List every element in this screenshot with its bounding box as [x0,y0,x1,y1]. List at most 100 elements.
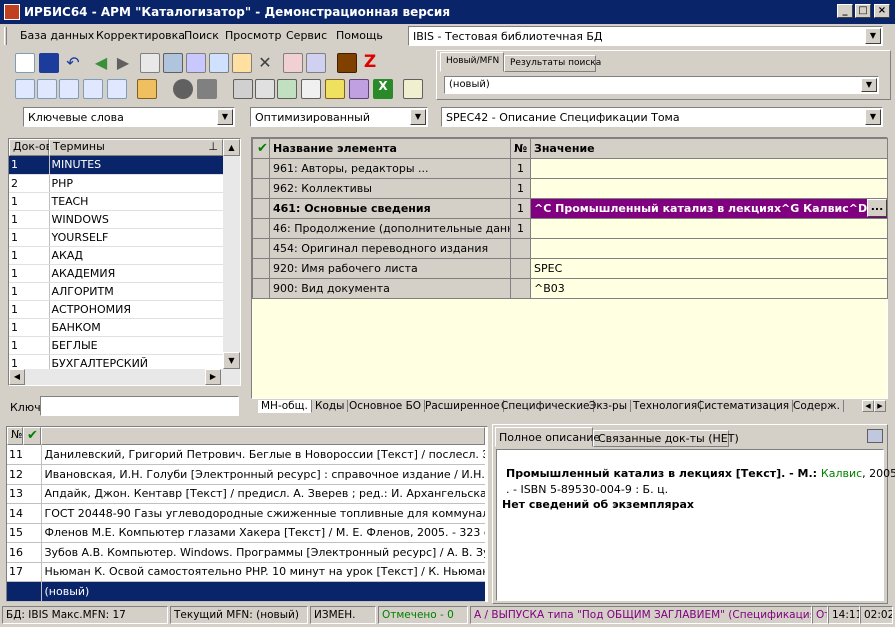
editor-tab[interactable]: Экз-ры [586,400,632,412]
form2-icon[interactable] [37,79,57,99]
worksheet-select[interactable]: SPEC42 - Описание Спецификации Тома ▼ [441,107,883,127]
terms-row[interactable]: 1 MINUTES [9,156,223,175]
print-list-icon[interactable] [255,79,275,99]
field-row[interactable]: 900: Вид документа ^B03 [252,278,888,299]
chevron-down-icon[interactable]: ▼ [410,109,426,125]
row-indicator[interactable] [252,178,270,199]
search-type-select[interactable]: Ключевые слова ▼ [23,107,235,127]
ellipsis-button[interactable]: ... [867,199,887,217]
scroll-left-icon[interactable]: ◀ [9,369,25,385]
database-select[interactable]: IBIS - Тестовая библиотечная БД ▼ [408,26,883,46]
close-button[interactable]: × [874,4,890,18]
row-indicator[interactable] [252,198,270,219]
tab-scroll-right-icon[interactable]: ▶ [874,400,886,412]
chevron-down-icon[interactable]: ▼ [217,109,233,125]
field-row[interactable]: 46: Продолжение (дополнительные данные) 1 [252,218,888,239]
delete-icon[interactable]: ✕ [255,53,275,73]
record-row[interactable]: (новый) [7,581,485,602]
menu-edit[interactable]: Корректировка [96,29,185,42]
mfn-select[interactable]: (новый) ▼ [444,76,879,94]
field-value[interactable] [530,158,888,179]
edit-icon[interactable] [232,53,252,73]
editor-tab[interactable]: Содерж. [790,400,844,412]
record-row[interactable]: 11 Данилевский, Григорий Петрович. Беглые… [7,445,485,465]
print-record-icon[interactable] [186,53,206,73]
scroll-down-icon[interactable]: ▼ [223,352,240,369]
chevron-down-icon[interactable]: ▼ [865,109,881,125]
terms-row[interactable]: 1 YOURSELF [9,228,223,247]
record-check[interactable] [27,562,42,582]
chevron-down-icon[interactable]: ▼ [865,28,881,44]
row-indicator[interactable] [252,238,270,259]
terms-row[interactable]: 1 АСТРОНОМИЯ [9,300,223,319]
dictionary-icon[interactable] [337,53,357,73]
record-check[interactable] [27,581,42,602]
row-indicator[interactable] [252,218,270,239]
record-check[interactable] [27,484,42,504]
editor-tab[interactable]: Специфические [498,400,594,412]
tab-full-description[interactable]: Полное описание [499,431,600,444]
help-book-icon[interactable] [403,79,423,99]
copy-record-icon[interactable] [140,53,160,73]
field-row[interactable]: 920: Имя рабочего листа SPEC [252,258,888,279]
docs-icon[interactable] [301,79,321,99]
terms-row[interactable]: 1 АКАДЕМИЯ [9,264,223,283]
terms-row[interactable]: 1 АЛГОРИТМ [9,282,223,301]
folder-icon[interactable] [197,79,217,99]
editor-tab[interactable]: МН-общ. [258,400,312,413]
records-icon[interactable] [163,53,183,73]
terms-row[interactable]: 1 TEACH [9,192,223,211]
field-row[interactable]: 961: Авторы, редакторы ... 1 [252,158,888,179]
field-value[interactable]: SPEC [530,258,888,279]
record-row[interactable]: 12 Ивановская, И.Н. Голуби [Электронный р… [7,464,485,485]
save-icon[interactable] [39,53,59,73]
tab-new-mfn[interactable]: Новый/MFN [446,56,499,66]
menu-database[interactable]: База данных [20,29,94,42]
menu-view[interactable]: Просмотр [225,29,281,42]
link-icon[interactable] [107,79,127,99]
terms-list[interactable]: Док-ов Термины ⊥ 1 MINUTES 2 PHP 1 TEACH 1 WINDO… [8,138,241,386]
field-value[interactable] [530,238,888,259]
forward-icon[interactable]: ▶ [113,53,133,73]
tab-scroll-left-icon[interactable]: ◀ [862,400,874,412]
tab-related-docs[interactable]: Связанные док-ты (НЕТ) [598,432,739,445]
import-icon[interactable] [283,53,303,73]
record-row[interactable]: 14 ГОСТ 20448-90 Газы углеводородные сжиж… [7,503,485,524]
record-row[interactable]: 16 Зубов А.В. Компьютер. Windows. Програм… [7,542,485,563]
terms-vscrollbar[interactable]: ▲ ▼ [223,139,240,369]
tree-icon[interactable] [209,53,229,73]
field-row[interactable]: 461: Основные сведения 1 ^C Промышленный к… [252,198,888,219]
export-icon[interactable] [306,53,326,73]
mail-icon[interactable] [59,79,79,99]
editor-tab[interactable]: Основное БО [346,400,426,412]
menu-search[interactable]: Поиск [184,29,219,42]
record-check[interactable] [27,464,42,485]
undo-icon[interactable]: ↶ [63,53,83,73]
row-indicator[interactable] [252,258,270,279]
hand-icon[interactable] [137,79,157,99]
chart-icon[interactable] [349,79,369,99]
new-icon[interactable] [15,53,35,73]
terms-header-term[interactable]: Термины ⊥ [49,139,223,156]
terms-header-count[interactable]: Док-ов [9,139,52,156]
terms-row[interactable]: 1 БАНКОМ [9,318,223,337]
chevron-down-icon[interactable]: ▼ [861,78,877,92]
menu-help[interactable]: Помощь [336,29,383,42]
field-row[interactable]: 962: Коллективы 1 [252,178,888,199]
terms-hscrollbar[interactable]: ◀ ▶ [9,369,240,385]
terms-row[interactable]: 1 БУХГАЛТЕРСКИЙ [9,354,223,369]
back-icon[interactable]: ◀ [91,53,111,73]
row-indicator[interactable] [252,158,270,179]
record-row[interactable]: 17 Ньюман К. Освой самостоятельно PHP. 10… [7,562,485,582]
record-check[interactable] [27,503,42,524]
editor-tab[interactable]: Расширенное [422,400,504,412]
editor-tab[interactable]: Систематизация [694,400,794,412]
pin-icon[interactable]: ⊥ [208,140,218,153]
excel-icon[interactable]: X [373,79,393,99]
search-form-icon[interactable] [83,79,103,99]
mode-select[interactable]: Оптимизированный ▼ [250,107,428,127]
record-row[interactable]: 13 Апдайк, Джон. Кентавр [Текст] / предис… [7,484,485,504]
editor-tab[interactable]: Коды [312,400,349,412]
records-list[interactable]: № ✔ 11 Данилевский, Григорий Петрович. Бе… [6,426,488,602]
menu-service[interactable]: Сервис [286,29,327,42]
